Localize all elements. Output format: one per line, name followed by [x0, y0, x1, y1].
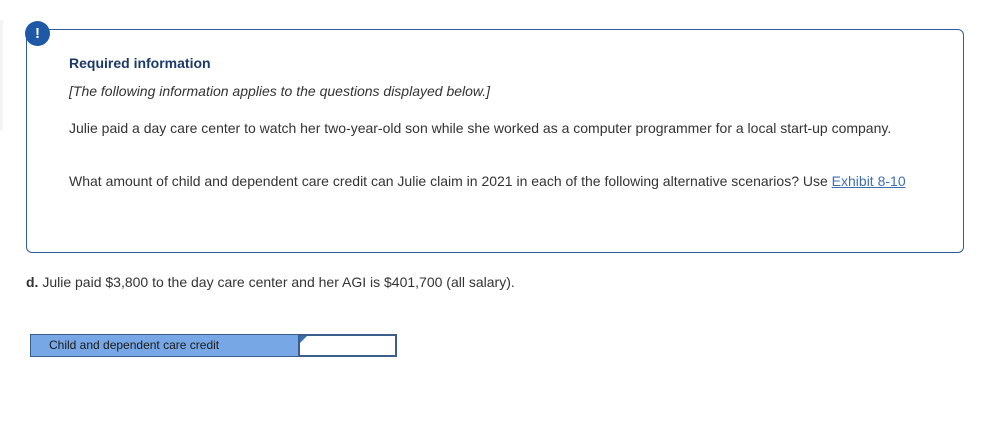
left-divider — [0, 20, 3, 130]
instruction-text: What amount of child and dependent care … — [69, 173, 832, 189]
answer-label: Child and dependent care credit — [30, 334, 299, 357]
question-d: d. Julie paid $3,800 to the day care cen… — [26, 274, 515, 290]
required-information-box: Required information [The following info… — [26, 29, 964, 253]
question-text: Julie paid $3,800 to the day care center… — [38, 274, 515, 290]
info-note: [The following information applies to th… — [69, 83, 491, 99]
scenario-paragraph: Julie paid a day care center to watch he… — [69, 120, 892, 136]
child-care-credit-input[interactable] — [300, 336, 395, 355]
exclamation-icon: ! — [25, 21, 50, 46]
instruction-paragraph: What amount of child and dependent care … — [69, 173, 929, 190]
exhibit-link[interactable]: Exhibit 8-10 — [832, 173, 906, 189]
input-corner-marker-icon — [300, 336, 307, 343]
answer-row: Child and dependent care credit — [30, 334, 397, 357]
info-title: Required information — [69, 55, 211, 71]
page: ! Required information [The following in… — [0, 0, 1000, 445]
answer-input-cell[interactable] — [299, 334, 397, 357]
question-letter: d. — [26, 274, 39, 290]
